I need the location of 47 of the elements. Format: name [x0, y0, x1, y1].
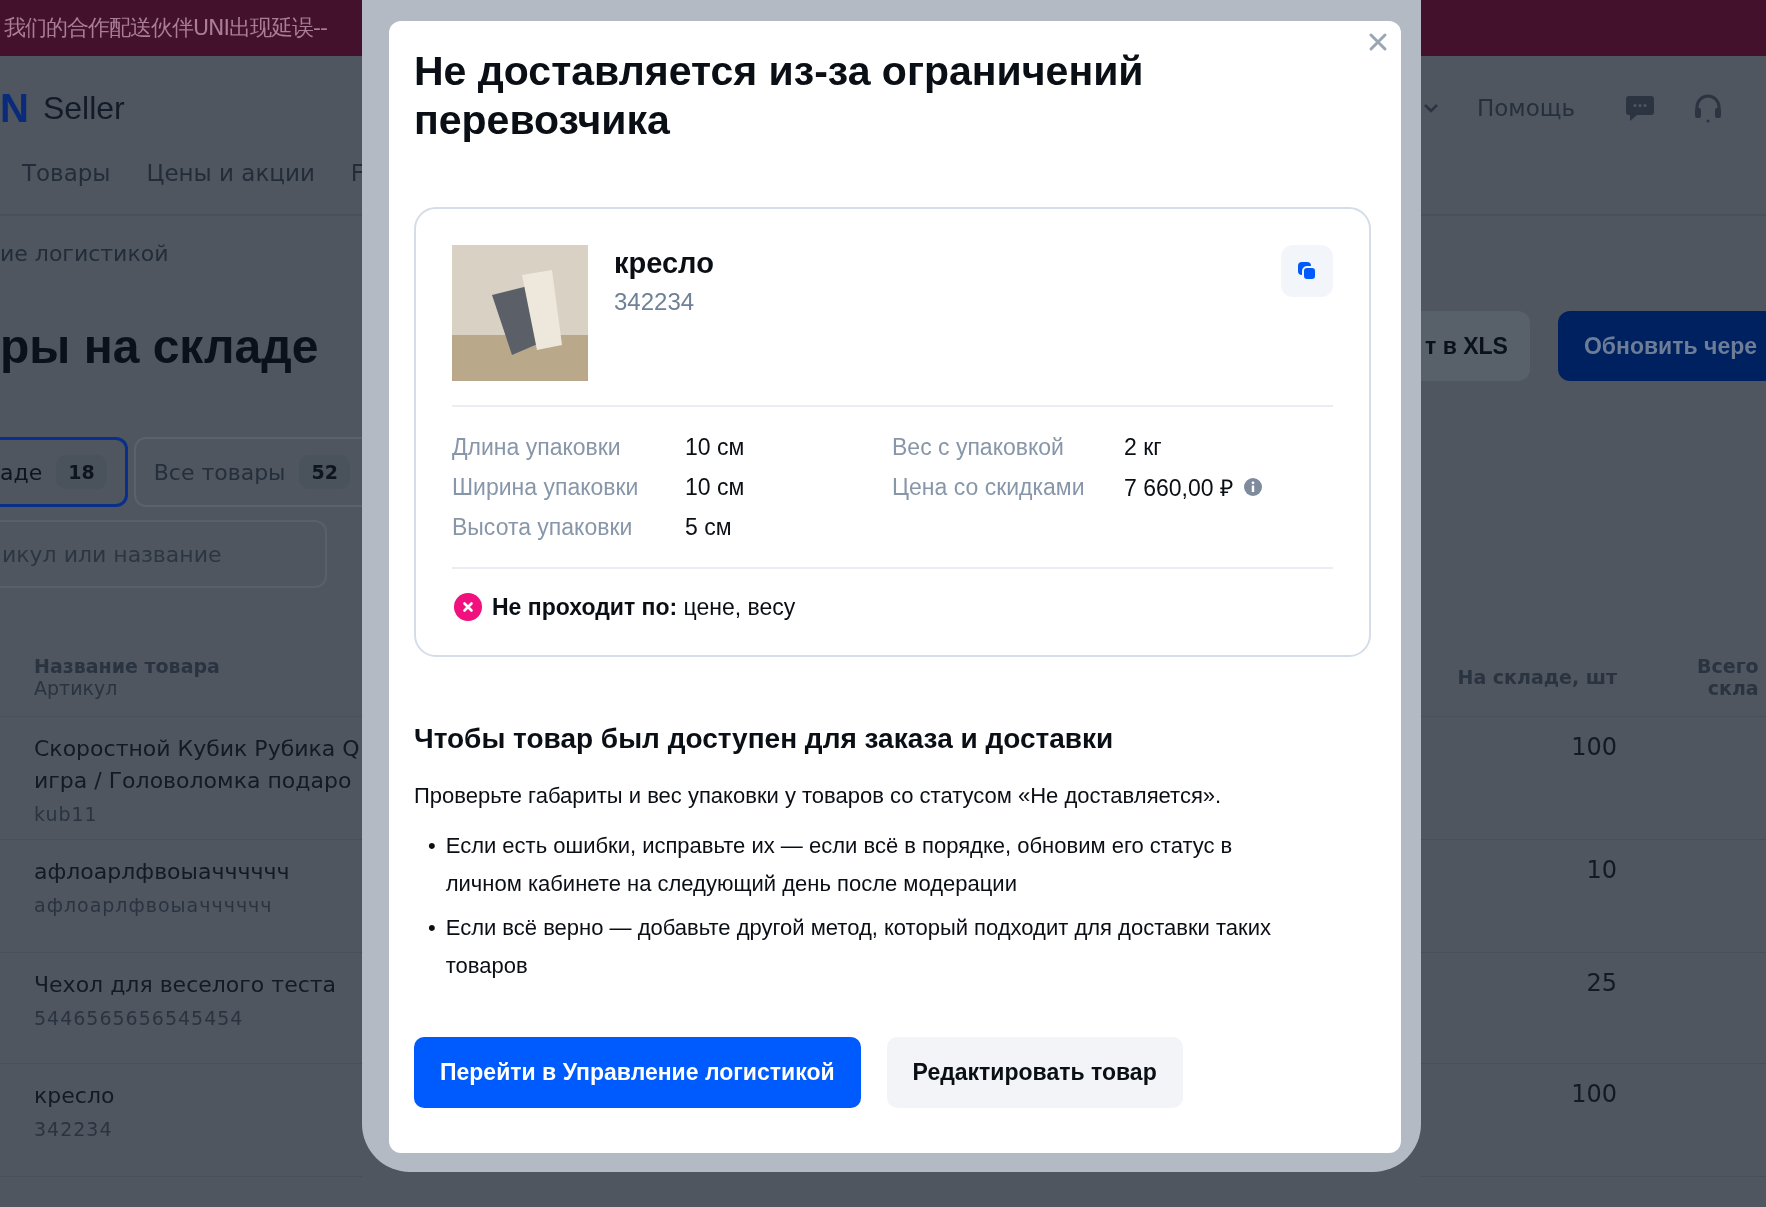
- section-heading: Чтобы товар был доступен для заказа и доставки: [414, 723, 1115, 755]
- stock-cell-text: 100: [1570, 1080, 1617, 1108]
- product-name-cell-text: кресло: [34, 1082, 116, 1110]
- error-icon: [454, 593, 482, 621]
- headset-icon[interactable]: [1693, 93, 1723, 123]
- count-badge: 52: [299, 455, 350, 489]
- announcement-text: 我们的合作配送伙伴UNI出现延误--: [3, 14, 327, 42]
- product-name: кресло: [614, 247, 715, 280]
- page-title: ры на складе: [0, 318, 319, 374]
- spec-label: Длина упаковки: [452, 433, 622, 461]
- logo-text[interactable]: Seller: [42, 89, 125, 127]
- bullet-item: Если всё верно — добавьте другой метод, который подходит для доставки таких товаров: [445, 914, 1272, 980]
- spec-value: 10 см: [685, 473, 745, 501]
- chevron-down-icon[interactable]: [1423, 103, 1439, 113]
- stock-cell-text: 10: [1585, 856, 1617, 884]
- tab-label: аде: [0, 459, 43, 485]
- spec-label: Ширина упаковки: [452, 473, 640, 501]
- stock-cell-text: 25: [1585, 969, 1617, 997]
- spec-label: Цена со скидками: [892, 473, 1086, 501]
- spec-value: 10 см: [685, 433, 745, 461]
- failure-reason: Не проходит по: цене, весу: [492, 593, 796, 621]
- copy-button[interactable]: [1281, 245, 1333, 297]
- toolbar-button[interactable]: Обновить чере: [1557, 311, 1766, 381]
- product-name-cell-text: афлоарлфвоыачччччч: [34, 858, 291, 886]
- stock-cell-text: 100: [1570, 733, 1617, 761]
- bullet-marker: •: [428, 914, 436, 942]
- modal-title: Не доставляется из-за ограничений перевозчика: [414, 47, 1145, 145]
- spec-value: 5 см: [685, 513, 732, 541]
- count-badge: 18: [56, 455, 107, 489]
- instruction-text: Проверьте габариты и вес упаковки у товаров со статусом «Не доставляется».: [414, 783, 1223, 809]
- bullet-marker: •: [428, 832, 436, 860]
- toolbar-button[interactable]: т в XLS: [1421, 311, 1530, 381]
- chat-icon[interactable]: [1625, 94, 1655, 122]
- product-name-cell-text: игра / Головоломка подаро: [34, 767, 353, 795]
- spec-value: 2 кг: [1124, 433, 1162, 461]
- logo-mark[interactable]: N: [0, 85, 29, 131]
- product-article: 342234: [614, 288, 696, 316]
- filter-tab[interactable]: аде 18: [0, 437, 128, 507]
- product-name-cell-text: Чехол для веселого теста: [34, 971, 338, 999]
- info-icon[interactable]: [1242, 477, 1263, 497]
- spec-value: 7 660,00 ₽: [1124, 474, 1233, 503]
- product-name-cell-text: Скоростной Кубик Рубика Q: [34, 735, 361, 763]
- spec-label: Вес с упаковкой: [892, 433, 1065, 461]
- action-button[interactable]: Перейти в Управление логистикой: [414, 1037, 861, 1108]
- action-button[interactable]: Редактировать товар: [886, 1037, 1183, 1108]
- spec-label: Высота упаковки: [452, 513, 634, 541]
- bullet-item: Если есть ошибки, исправьте их — если всё в порядке, обновим его статус в личном кабинете на следующий день после модерации: [445, 832, 1234, 898]
